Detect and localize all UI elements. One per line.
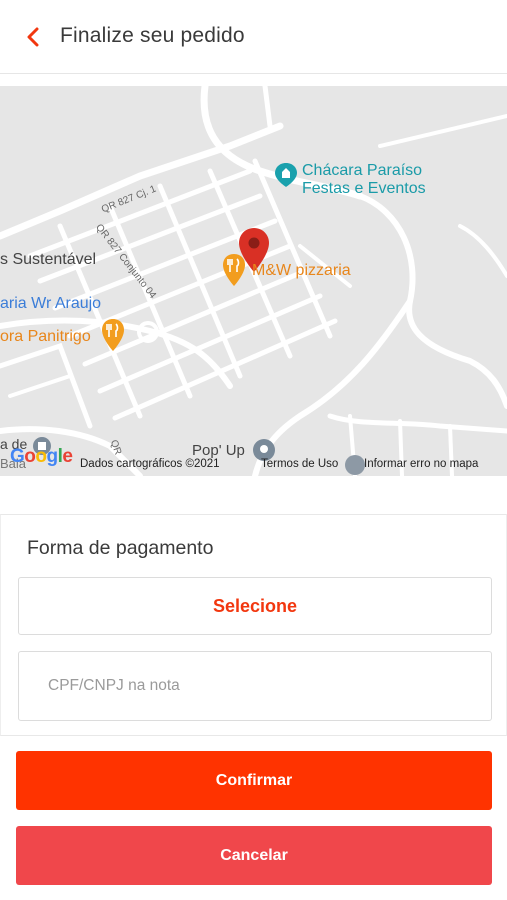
payment-title: Forma de pagamento <box>27 537 214 559</box>
back-button[interactable] <box>18 22 48 52</box>
chevron-left-icon <box>27 27 39 47</box>
payment-method-select[interactable]: Selecione <box>18 577 492 635</box>
payment-card: Forma de pagamento Selecione <box>0 514 507 736</box>
chapel-pin-icon[interactable] <box>274 162 298 188</box>
app-header: Finalize seu pedido <box>0 0 507 74</box>
map-view[interactable]: Chácara Paraíso Festas e Eventos M&W piz… <box>0 86 507 476</box>
poi-sustentavel-name[interactable]: s Sustentável <box>0 251 96 269</box>
restaurant-pin-icon-2[interactable] <box>101 318 125 352</box>
google-logo[interactable]: Google <box>10 446 73 468</box>
map-report-link[interactable]: Informar erro no mapa <box>364 458 478 470</box>
poi-araujo-name[interactable]: aria Wr Araujo <box>0 295 101 313</box>
confirm-button[interactable]: Confirmar <box>16 751 492 810</box>
poi-pizzaria-name[interactable]: M&W pizzaria <box>252 262 351 280</box>
cpf-cnpj-input[interactable] <box>18 651 492 721</box>
map-terms-link[interactable]: Termos de Uso <box>261 458 338 470</box>
poi-popup-name[interactable]: Pop' Up <box>192 442 245 459</box>
poi-chacara-subtitle[interactable]: Festas e Eventos <box>302 180 426 198</box>
cancel-button[interactable]: Cancelar <box>16 826 492 885</box>
poi-chacara-name[interactable]: Chácara Paraíso <box>302 162 422 180</box>
restaurant-pin-icon[interactable] <box>222 253 246 287</box>
map-roads <box>0 86 507 476</box>
poi-pin-icon-bottom-right[interactable] <box>344 454 366 476</box>
page-title: Finalize seu pedido <box>60 24 245 47</box>
map-data-attribution: Dados cartográficos ©2021 <box>80 458 220 470</box>
poi-panitrigo-name[interactable]: ora Panitrigo <box>0 328 91 346</box>
